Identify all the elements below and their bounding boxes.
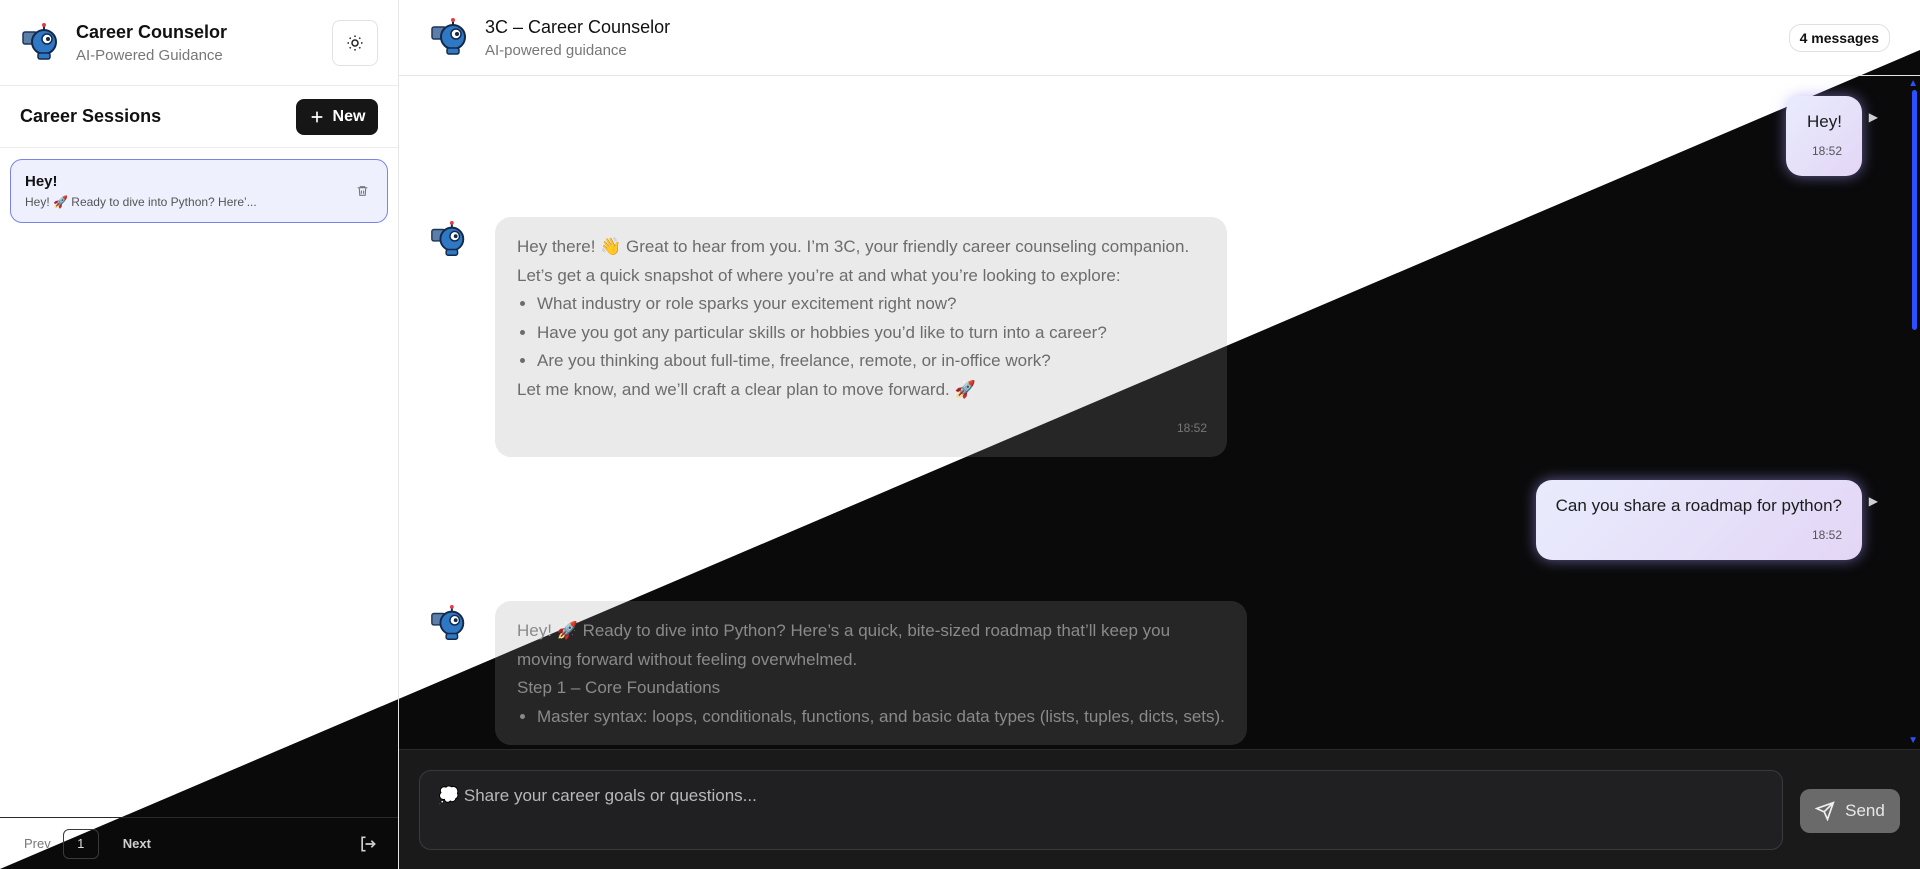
app-title: Career Counselor xyxy=(76,21,228,42)
play-audio-icon[interactable]: ▶ xyxy=(1869,494,1878,508)
composer: 💭 Share your career goals or questions..… xyxy=(399,749,1920,869)
message-step: Step 1 – Core Foundations xyxy=(517,678,721,697)
app-subtitle: AI-Powered Guidance xyxy=(76,46,223,64)
chat-title: 3C – Career Counselor xyxy=(485,16,671,37)
message-input[interactable]: 💭 Share your career goals or questions..… xyxy=(419,770,1783,850)
robot-avatar-icon xyxy=(431,17,466,55)
theme-toggle-button[interactable] xyxy=(332,20,378,66)
user-message: Can you share a roadmap for python? 18:5… xyxy=(1535,480,1862,560)
sessions-header: Career Sessions New xyxy=(0,86,398,148)
message-time: 18:52 xyxy=(1811,144,1842,158)
send-button[interactable]: Send xyxy=(1800,789,1900,833)
sidebar-header: Career Counselor AI-Powered Guidance xyxy=(0,0,398,86)
send-label: Send xyxy=(1845,801,1885,820)
session-title: Hey! xyxy=(25,173,58,190)
plus-icon xyxy=(311,111,322,122)
message-text: Can you share a roadmap for python? xyxy=(1555,496,1842,515)
sidebar-footer: Prev 1 Next xyxy=(0,817,398,869)
play-audio-icon[interactable]: ▶ xyxy=(1869,110,1878,124)
sessions-title: Career Sessions xyxy=(20,106,162,126)
new-session-button[interactable]: New xyxy=(296,98,378,135)
assistant-avatar-icon xyxy=(431,604,465,640)
sun-icon xyxy=(347,35,363,51)
message-bullets: Master syntax: loops, conditionals, func… xyxy=(517,703,1227,732)
message-count-badge: 4 messages xyxy=(1788,24,1890,52)
prev-page-button[interactable]: Prev xyxy=(24,836,51,851)
user-message: Hey! 18:52 xyxy=(1786,96,1862,176)
next-page-button[interactable]: Next xyxy=(123,836,151,851)
assistant-message: Hey there! 👋 Great to hear from you. I’m… xyxy=(495,217,1227,457)
message-outro: Let me know, and we’ll craft a clear pla… xyxy=(517,379,976,399)
scroll-down-icon[interactable]: ▼ xyxy=(1908,735,1918,746)
bullet-item: Are you thinking about full-time, freela… xyxy=(537,347,1207,376)
message-list[interactable]: Hey! 18:52 ▶ Hey there! 👋 Great to hear … xyxy=(399,77,1920,747)
message-time: 18:52 xyxy=(1176,421,1207,435)
bullet-item: Have you got any particular skills or ho… xyxy=(537,319,1207,348)
assistant-avatar-icon xyxy=(431,220,465,256)
send-icon xyxy=(1815,801,1835,821)
message-text: Hey! xyxy=(1807,112,1842,131)
bullet-item: Master syntax: loops, conditionals, func… xyxy=(537,703,1227,732)
scroll-up-icon[interactable]: ▲ xyxy=(1908,78,1918,89)
message-intro: Hey! 🚀 Ready to dive into Python? Here’s… xyxy=(517,621,1171,669)
chat-subtitle: AI-powered guidance xyxy=(485,41,627,59)
message-bullets: What industry or role sparks your excite… xyxy=(517,290,1207,376)
scrollbar-thumb[interactable] xyxy=(1912,90,1917,330)
trash-icon[interactable] xyxy=(356,184,369,198)
message-time: 18:52 xyxy=(1811,528,1842,542)
page-number: 1 xyxy=(62,828,99,859)
sidebar: Career Counselor AI-Powered Guidance Car… xyxy=(0,0,399,869)
bullet-item: What industry or role sparks your excite… xyxy=(537,290,1207,319)
chat-header: 3C – Career Counselor AI-powered guidanc… xyxy=(399,0,1920,76)
robot-logo-icon xyxy=(22,22,57,60)
message-intro: Hey there! 👋 Great to hear from you. I’m… xyxy=(517,237,1190,256)
session-preview: Hey! 🚀 Ready to dive into Python? Here’.… xyxy=(25,195,257,209)
session-item[interactable]: Hey! Hey! 🚀 Ready to dive into Python? H… xyxy=(10,159,388,223)
message-line: Let’s get a quick snapshot of where you’… xyxy=(517,265,1121,285)
new-session-label: New xyxy=(332,107,366,125)
assistant-message: Hey! 🚀 Ready to dive into Python? Here’s… xyxy=(495,601,1247,745)
chat-panel: 3C – Career Counselor AI-powered guidanc… xyxy=(399,0,1920,869)
logout-icon[interactable] xyxy=(358,834,378,854)
